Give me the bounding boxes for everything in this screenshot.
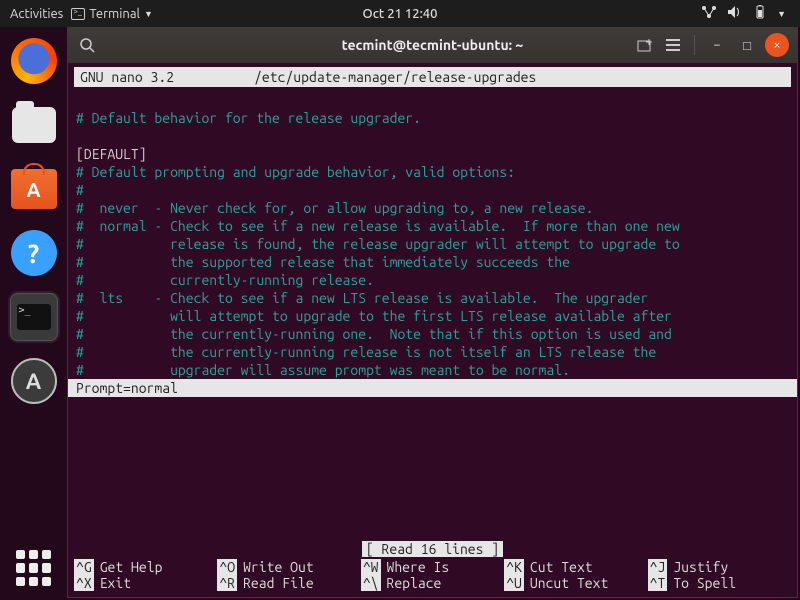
editor-line: [DEFAULT]: [76, 146, 147, 162]
terminal-icon: >_: [10, 293, 58, 341]
help-icon: ?: [11, 230, 57, 276]
chevron-down-icon: ▼: [777, 9, 786, 19]
system-status-area[interactable]: ▼: [701, 5, 800, 22]
firefox-icon: [11, 38, 57, 84]
shortcut-uncut-text: ^UUncut Text: [504, 575, 647, 591]
shortcut-cut-text: ^KCut Text: [504, 559, 647, 575]
hamburger-menu-icon[interactable]: [662, 34, 684, 56]
nano-filename: /etc/update-manager/release-upgrades: [254, 69, 536, 85]
dock-help[interactable]: ?: [10, 229, 58, 277]
dock-files[interactable]: [10, 101, 58, 149]
new-tab-icon[interactable]: [634, 34, 656, 56]
nano-status-text: [ Read 16 lines ]: [362, 541, 503, 557]
editor-line: # lts - Check to see if a new LTS releas…: [76, 290, 648, 306]
dock-firefox[interactable]: [10, 37, 58, 85]
editor-line: # normal - Check to see if a new release…: [76, 218, 680, 234]
window-title: tecmint@tecmint-ubuntu: ~: [342, 37, 524, 53]
close-button[interactable]: ×: [765, 33, 789, 57]
software-icon: [11, 169, 57, 209]
shortcut-exit: ^XExit: [74, 575, 217, 591]
maximize-button[interactable]: □: [735, 33, 759, 57]
gnome-top-bar: Activities Terminal ▼ Oct 21 12:40 ▼: [0, 0, 800, 27]
shortcut-justify: ^JJustify: [648, 559, 791, 575]
nano-version: GNU nano 3.2: [80, 69, 174, 85]
editor-line: # will attempt to upgrade to the first L…: [76, 308, 672, 324]
dock-terminal[interactable]: >_: [10, 293, 58, 341]
editor-line: # currently-running release.: [76, 272, 374, 288]
editor-line: # the supported release that immediately…: [76, 254, 570, 270]
terminal-window: tecmint@tecmint-ubuntu: ~ − □ × GNU nano…: [67, 27, 798, 598]
shortcut-to-spell: ^TTo Spell: [648, 575, 791, 591]
network-icon: [701, 5, 717, 22]
terminal-icon: [71, 8, 85, 20]
divider: [694, 35, 695, 55]
editor-line: #: [76, 182, 84, 198]
volume-icon: [727, 5, 743, 22]
app-menu-label: Terminal: [89, 7, 140, 21]
shortcut-write-out: ^OWrite Out: [217, 559, 360, 575]
editor-line: # never - Never check for, or allow upgr…: [76, 200, 593, 216]
updater-icon: A: [11, 358, 57, 404]
shortcut-where-is: ^WWhere Is: [361, 559, 504, 575]
shortcut-read-file: ^RRead File: [217, 575, 360, 591]
minimize-button[interactable]: −: [705, 33, 729, 57]
nano-status-bar: [ Read 16 lines ]: [68, 541, 797, 557]
files-icon: [12, 107, 56, 143]
shortcut-replace: ^\Replace: [361, 575, 504, 591]
editor-line: # the currently-running one. Note that i…: [76, 326, 672, 342]
battery-icon: [753, 5, 767, 22]
editor-line: # release is found, the release upgrader…: [76, 236, 680, 252]
nano-editor-body[interactable]: # Default behavior for the release upgra…: [68, 87, 797, 541]
shortcut-get-help: ^GGet Help: [74, 559, 217, 575]
editor-line: # Default prompting and upgrade behavior…: [76, 164, 515, 180]
editor-line-cursor: Prompt=normal: [68, 379, 797, 397]
editor-line: # the currently-running release is not i…: [76, 344, 656, 360]
chevron-down-icon: ▼: [144, 9, 153, 19]
dock-software-updater[interactable]: A: [10, 357, 58, 405]
dock-software[interactable]: [10, 165, 58, 213]
search-icon[interactable]: [76, 34, 98, 56]
editor-line: # upgrader will assume prompt was meant …: [76, 362, 570, 378]
nano-title-bar: GNU nano 3.2 /etc/update-manager/release…: [74, 67, 791, 87]
activities-button[interactable]: Activities: [10, 7, 63, 21]
editor-line: # Default behavior for the release upgra…: [76, 110, 421, 126]
dock: ? >_ A: [0, 27, 67, 600]
terminal-titlebar[interactable]: tecmint@tecmint-ubuntu: ~ − □ ×: [68, 27, 797, 63]
clock[interactable]: Oct 21 12:40: [363, 7, 438, 21]
app-menu[interactable]: Terminal ▼: [71, 7, 153, 21]
nano-shortcut-bar: ^GGet Help ^OWrite Out ^WWhere Is ^KCut …: [68, 559, 797, 597]
show-applications-button[interactable]: [16, 550, 52, 586]
